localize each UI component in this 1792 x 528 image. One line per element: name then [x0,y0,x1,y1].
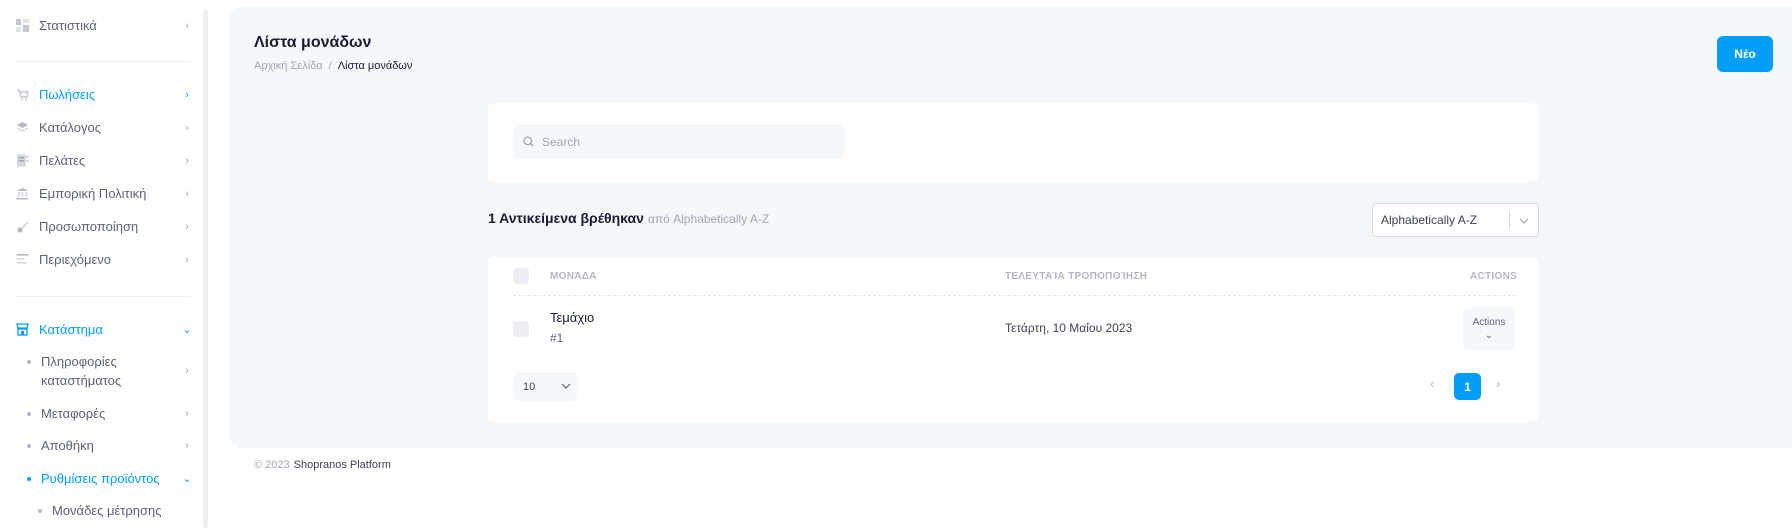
cart-icon [16,88,29,101]
sidebar-item-label: Ρυθμίσεις προϊόντος [41,471,160,486]
search-input[interactable] [540,133,824,150]
breadcrumb-current: Λίστα μονάδων [337,60,413,72]
label-line-1: Πληροφορίες [41,354,117,369]
column-header-last-modified[interactable]: ΤΕΛΕΥΤΑΊΑ ΤΡΟΠΟΠΟΊΗΣΗ [1005,271,1147,282]
address-book-icon [16,154,29,167]
pagination-next-icon[interactable]: › [1496,376,1500,391]
chevron-down-icon: ⌄ [1484,329,1494,341]
sidebar-item-catalog[interactable]: Κατάλογος › [16,120,192,135]
sidebar-item-label: Προσωποποίηση [39,219,139,234]
sidebar-item-label: Κατάστημα [39,322,103,337]
sort-select[interactable]: Alphabetically A-Z [1372,203,1539,237]
sort-select-value: Alphabetically A-Z [1381,213,1478,227]
column-header-unit[interactable]: ΜΟΝΆΔΑ [550,271,597,282]
chevron-right-icon: › [185,440,189,452]
sidebar-subitem-units[interactable]: Μονάδες μέτρησης [38,503,198,518]
chevron-right-icon: › [185,121,189,134]
sidebar-item-customers[interactable]: Πελάτες › [16,153,192,168]
last-modified-date: Τετάρτη, 10 Μαΐου 2023 [1005,321,1133,335]
sidebar-item-label: Κατάλογος [39,120,102,135]
page-size-value: 10 [523,380,536,393]
footer-brand[interactable]: Shopranos Platform [294,459,391,471]
sidebar-subitem-product-settings[interactable]: Ρυθμίσεις προϊόντος ⌄ [27,469,192,489]
sidebar-item-store[interactable]: Κατάστημα ⌄ [16,322,192,337]
sidebar-item-commercial-policy[interactable]: Εμπορική Πολιτική › [16,186,192,201]
sidebar-divider [16,61,191,62]
pagination-page-current[interactable]: 1 [1454,373,1481,400]
row-actions-button[interactable]: Actions ⌄ [1463,307,1515,350]
bullet-icon [27,360,31,364]
sidebar-item-label: Αποθήκη [41,438,94,453]
breadcrumb-home[interactable]: Αρχική Σελίδα [254,60,323,72]
row-checkbox[interactable] [513,321,529,337]
bullet-icon [38,508,42,513]
sidebar-subitem-shipping[interactable]: Μεταφορές › [27,404,192,424]
footer: © 2023 Shopranos Platform [254,459,391,471]
column-header-actions: ACTIONS [1470,271,1518,282]
chevron-right-icon: › [185,19,189,32]
new-button[interactable]: Νέο [1717,36,1773,72]
pagination-prev-icon[interactable]: ‹ [1430,376,1434,391]
chevron-right-icon: › [185,253,189,266]
sidebar-item-label: Πληροφορίες καταστήματος [41,352,182,390]
sidebar-item-label: Πωλήσεις [39,87,95,102]
dashboard-icon [16,19,29,32]
actions-label: Actions [1472,316,1506,328]
page-size-select[interactable]: 10 [513,372,578,401]
footer-year: © 2023 [254,459,290,471]
page-title: Λίστα μονάδων [254,34,372,51]
sidebar-subitem-warehouse[interactable]: Αποθήκη › [27,436,192,456]
chevron-right-icon: › [185,154,189,167]
search-field[interactable] [513,124,846,159]
sidebar-scrollbar[interactable] [203,10,208,528]
sidebar-item-content[interactable]: Περιεχόμενο › [16,252,192,267]
unit-name[interactable]: Τεμάχιο [550,310,594,325]
layers-icon [16,121,29,134]
store-icon [16,323,29,336]
sidebar-item-sales[interactable]: Πωλήσεις › [16,87,192,102]
sidebar-divider [16,296,191,297]
breadcrumb: Αρχική Σελίδα / Λίστα μονάδων [254,60,412,72]
sidebar-item-label: Μεταφορές [41,406,106,421]
brush-icon [16,220,29,233]
bullet-icon [27,477,31,481]
sidebar-subitem-store-info[interactable]: Πληροφορίες καταστήματος › [27,352,192,390]
sidebar: Στατιστικά › Πωλήσεις › Κατάλογος › Πελά… [0,0,200,528]
chevron-right-icon: › [185,220,189,233]
chevron-right-icon: › [185,88,189,101]
chevron-right-icon: › [185,408,189,420]
text-lines-icon [16,253,29,266]
search-icon [523,136,534,147]
chevron-right-icon: › [185,365,189,377]
bullet-icon [27,412,31,416]
select-all-checkbox[interactable] [513,268,529,284]
results-sort-info: από Alphabetically A-Z [647,212,770,226]
sidebar-item-label: Περιεχόμενο [39,252,111,267]
bank-icon [16,187,29,200]
chevron-down-icon [554,381,578,392]
results-count-text: 1 Αντικείμενα βρέθηκαν [488,210,644,226]
sidebar-item-stats[interactable]: Στατιστικά › [16,18,192,33]
chevron-right-icon: › [185,187,189,200]
sidebar-item-label: Εμπορική Πολιτική [39,186,147,201]
sidebar-item-personalization[interactable]: Προσωποποίηση › [16,219,192,234]
label-line-2: καταστήματος [41,373,122,388]
results-count: 1 Αντικείμενα βρέθηκαν από Alphabetically… [488,210,769,226]
breadcrumb-separator: / [328,60,332,72]
chevron-down-icon: ⌄ [182,473,192,485]
row-divider [513,295,1516,296]
chevron-down-icon: ⌄ [182,324,192,336]
chevron-down-icon [1510,213,1538,227]
unit-id: #1 [550,331,564,345]
bullet-icon [27,444,31,448]
sidebar-item-label: Στατιστικά [39,18,97,33]
sidebar-item-label: Πελάτες [39,153,86,168]
sidebar-item-label: Μονάδες μέτρησης [52,503,162,518]
